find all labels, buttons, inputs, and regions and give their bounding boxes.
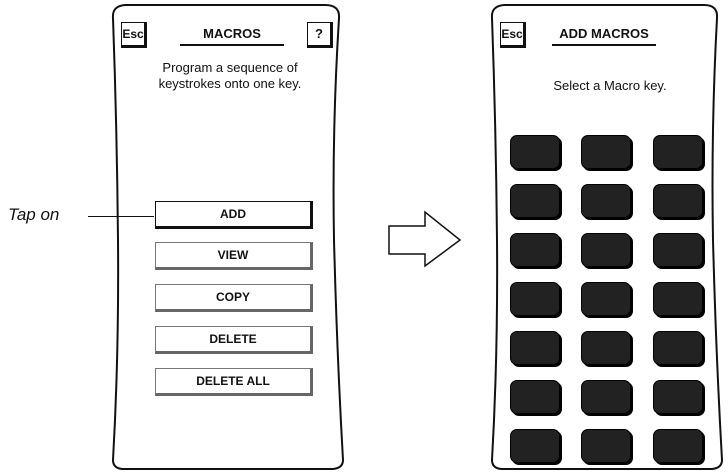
macro-key[interactable] — [581, 233, 631, 267]
macro-key[interactable] — [653, 282, 703, 316]
description-line: keystrokes onto one key. — [158, 76, 302, 91]
macro-key[interactable] — [510, 135, 560, 169]
macro-key[interactable] — [653, 184, 703, 218]
help-button[interactable]: ? — [307, 22, 333, 48]
esc-button[interactable]: Esc — [121, 22, 147, 48]
page-title: ADD MACROS — [552, 26, 656, 46]
macro-key[interactable] — [510, 380, 560, 414]
macro-key[interactable] — [581, 331, 631, 365]
macro-key[interactable] — [653, 380, 703, 414]
page-title: MACROS — [180, 26, 284, 46]
macro-key[interactable] — [581, 380, 631, 414]
tap-on-annotation: Tap on — [8, 205, 60, 224]
macro-key[interactable] — [510, 233, 560, 267]
macro-key[interactable] — [581, 282, 631, 316]
macro-key[interactable] — [510, 184, 560, 218]
delete-button[interactable]: DELETE — [155, 326, 313, 354]
delete-all-button[interactable]: DELETE ALL — [155, 368, 313, 396]
macro-key[interactable] — [510, 282, 560, 316]
view-button[interactable]: VIEW — [155, 242, 313, 270]
macro-key[interactable] — [581, 184, 631, 218]
instruction-text: Select a Macro key. — [553, 78, 667, 93]
add-button[interactable]: ADD — [155, 201, 313, 229]
annotation-leader-line — [88, 216, 154, 217]
macro-key[interactable] — [653, 331, 703, 365]
macro-key[interactable] — [653, 429, 703, 463]
macro-key[interactable] — [510, 331, 560, 365]
macro-key[interactable] — [581, 429, 631, 463]
arrow-icon — [388, 210, 462, 268]
esc-button[interactable]: Esc — [500, 22, 526, 48]
macro-key[interactable] — [653, 135, 703, 169]
macro-key[interactable] — [581, 135, 631, 169]
description: Program a sequence of keystrokes onto on… — [140, 60, 320, 92]
description-line: Program a sequence of — [162, 60, 298, 75]
copy-button[interactable]: COPY — [155, 284, 313, 312]
macro-key[interactable] — [510, 429, 560, 463]
macro-key[interactable] — [653, 233, 703, 267]
